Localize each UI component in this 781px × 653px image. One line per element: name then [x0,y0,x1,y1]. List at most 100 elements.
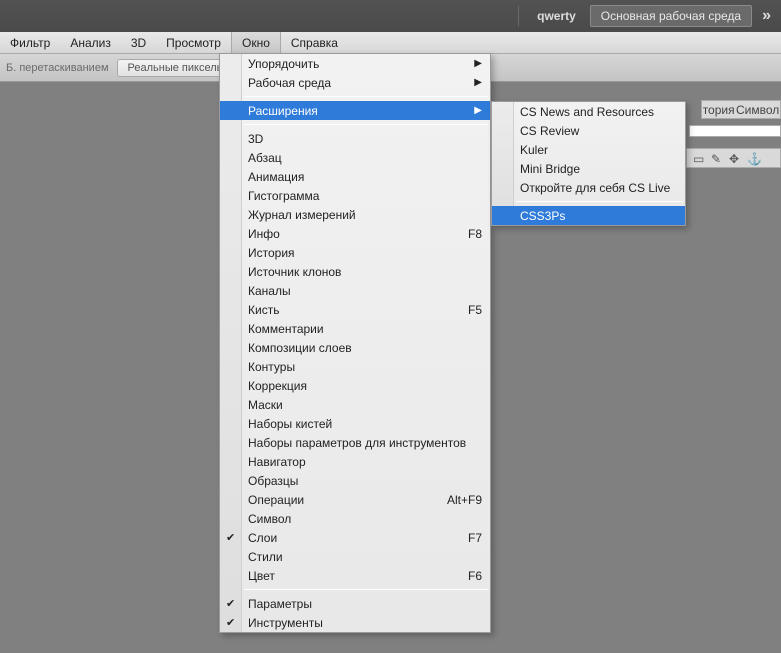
menu-item-label: Kuler [520,143,548,157]
menu-item-label: Символ [248,512,291,526]
menu-item[interactable]: Абзац [220,148,490,167]
workspace-switcher-button[interactable]: Основная рабочая среда [590,5,752,27]
right-panel-icons: ▭ ✎ ✥ ⚓ [686,148,781,168]
menu-item[interactable]: Контуры [220,357,490,376]
anchor-icon[interactable]: ⚓ [747,152,759,164]
menu-item-label: Гистограмма [248,189,319,203]
menu-item[interactable]: CS News and Resources [492,102,685,121]
menu-item-label: Наборы кистей [248,417,332,431]
menu-item-label: Коррекция [248,379,307,393]
check-icon: ✔ [226,531,235,544]
menu-item-label: Откройте для себя CS Live [520,181,670,195]
menu-item-label: Абзац [248,151,282,165]
menu-item-label: Инфо [248,227,280,241]
menu-analysis[interactable]: Анализ [60,32,121,53]
menu-item-label: Цвет [248,569,275,583]
menu-3d[interactable]: 3D [121,32,156,53]
menu-item[interactable]: Образцы [220,471,490,490]
menu-item[interactable]: ✔ Инструменты [220,613,490,632]
menu-item-label: Маски [248,398,283,412]
menu-item-label: CS News and Resources [520,105,654,119]
menu-item-label: Mini Bridge [520,162,580,176]
menu-item[interactable]: ✔ Параметры [220,594,490,613]
real-pixels-button[interactable]: Реальные пикселы [117,59,236,77]
page-icon[interactable]: ▭ [693,152,705,164]
menu-item-label: Стили [248,550,283,564]
expand-panels-button[interactable]: » [758,7,775,25]
menu-item-arrange[interactable]: Упорядочить ▶ [220,54,490,73]
menu-item[interactable]: Инфо F8 [220,224,490,243]
menu-separator [244,96,488,97]
edit-icon[interactable]: ✎ [711,152,723,164]
menu-item-extensions[interactable]: Расширения ▶ [220,101,490,120]
submenu-arrow-icon: ▶ [474,77,482,88]
right-panel-tabs[interactable]: тория Символ [701,100,781,119]
menu-item-label: Рабочая среда [248,76,331,90]
menu-item[interactable]: Коррекция [220,376,490,395]
menu-item-label: Источник клонов [248,265,341,279]
menu-item[interactable]: Mini Bridge [492,159,685,178]
menu-item[interactable]: ✔СлоиF7 [220,528,490,547]
menu-item[interactable]: Символ [220,509,490,528]
menubar: Фильтр Анализ 3D Просмотр Окно Справка [0,32,781,54]
menu-item[interactable]: Комментарии [220,319,490,338]
menu-item-label: Журнал измерений [248,208,356,222]
menu-separator [516,201,683,202]
menu-separator [244,589,488,590]
app-titlebar: qwerty Основная рабочая среда » [0,0,781,32]
submenu-arrow-icon: ▶ [474,105,482,116]
menu-item[interactable]: Гистограмма [220,186,490,205]
menu-item-label: Слои [248,531,277,545]
menu-item-label: Контуры [248,360,295,374]
menu-item-label: Упорядочить [248,57,319,71]
menu-item-shortcut: F5 [468,303,482,317]
menu-item-label: Навигатор [248,455,306,469]
check-icon: ✔ [226,597,235,610]
menu-item[interactable]: 3D [220,129,490,148]
menu-item[interactable]: Откройте для себя CS Live [492,178,685,197]
menu-item[interactable]: Кисть F5 [220,300,490,319]
menu-item-label: Анимация [248,170,304,184]
window-menu-dropdown: Упорядочить ▶ Рабочая среда ▶ Расширения… [219,53,491,633]
submenu-item-css3ps[interactable]: CSS3Ps [492,206,685,225]
titlebar-divider [518,6,519,26]
menu-item-label: 3D [248,132,263,146]
menu-item-label: CS Review [520,124,579,138]
menu-item-label: CSS3Ps [520,209,565,223]
menu-item[interactable]: История [220,243,490,262]
check-icon: ✔ [226,616,235,629]
menu-item-label: История [248,246,295,260]
menu-item-label: Кисть [248,303,279,317]
tab-character[interactable]: Символ [736,103,779,117]
menu-item[interactable]: Kuler [492,140,685,159]
menu-item[interactable]: Наборы параметров для инструментов [220,433,490,452]
menu-window[interactable]: Окно [231,32,281,53]
menu-filter[interactable]: Фильтр [0,32,60,53]
menu-item-label: Расширения [248,104,318,118]
tab-history[interactable]: тория [703,103,735,117]
menu-item[interactable]: ЦветF6 [220,566,490,585]
menu-item[interactable]: Маски [220,395,490,414]
menu-item-label: Композиции слоев [248,341,352,355]
menu-item[interactable]: Анимация [220,167,490,186]
menu-item-shortcut: F8 [468,227,482,241]
menu-item-label: Образцы [248,474,298,488]
user-label: qwerty [529,9,584,23]
menu-item[interactable]: CS Review [492,121,685,140]
menu-item-label: Инструменты [248,616,323,630]
menu-view[interactable]: Просмотр [156,32,231,53]
menu-item-label: Параметры [248,597,312,611]
menu-help[interactable]: Справка [281,32,348,53]
menu-item[interactable]: Наборы кистей [220,414,490,433]
menu-item[interactable]: Журнал измерений [220,205,490,224]
move-icon[interactable]: ✥ [729,152,741,164]
menu-item[interactable]: Композиции слоев [220,338,490,357]
menu-item[interactable]: Источник клонов [220,262,490,281]
menu-item[interactable]: Навигатор [220,452,490,471]
menu-item-label: Комментарии [248,322,324,336]
menu-item-workspace[interactable]: Рабочая среда ▶ [220,73,490,92]
menu-item[interactable]: Стили [220,547,490,566]
menu-item[interactable]: ОперацииAlt+F9 [220,490,490,509]
menu-item[interactable]: Каналы [220,281,490,300]
toolbar-drag-hint: Б. перетаскиванием [6,62,109,74]
